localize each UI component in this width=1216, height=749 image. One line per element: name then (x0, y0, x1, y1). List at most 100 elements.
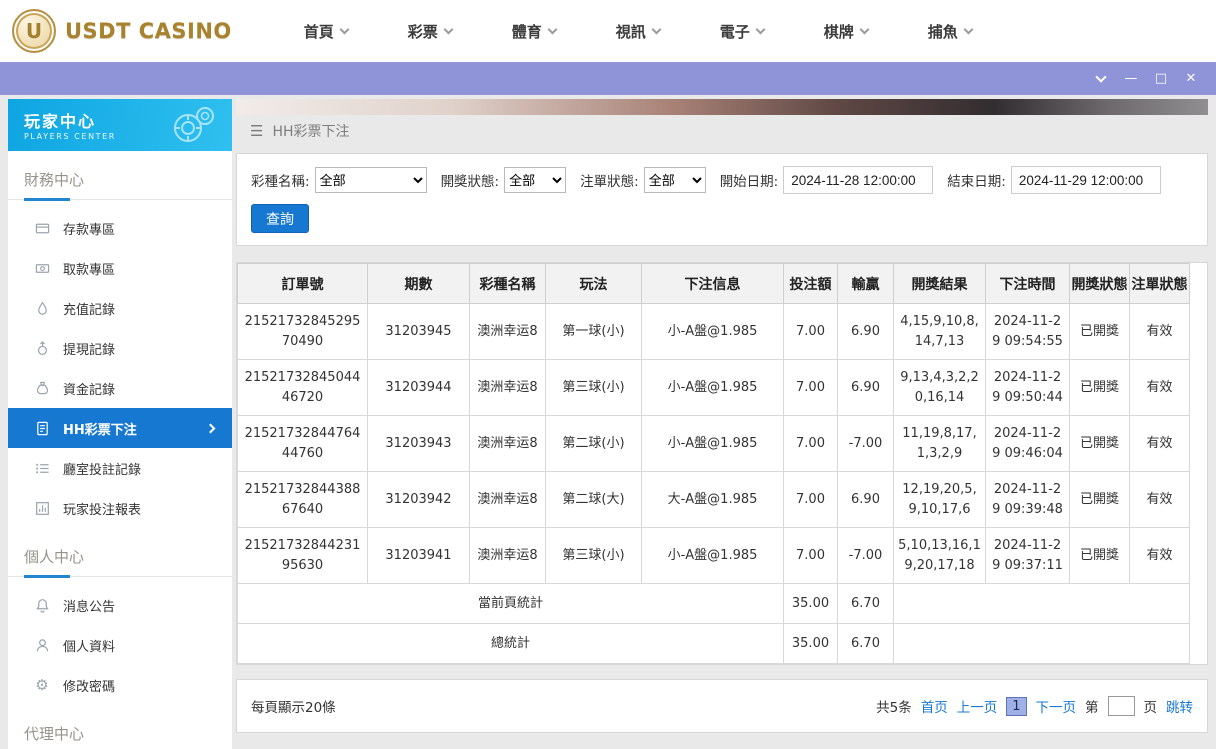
casino-logo[interactable]: U USDT CASINO (12, 9, 232, 53)
sidebar-item-change-password[interactable]: ⚙ 修改密碼 (8, 665, 232, 705)
nav-item-label: 視訊 (615, 22, 646, 41)
col-bet-amount: 投注額 (783, 263, 838, 304)
nav-item-label: 棋牌 (823, 22, 854, 41)
nav-item-fishing[interactable]: 捕魚 (898, 21, 1002, 42)
section-underline (24, 198, 70, 201)
lottery-name-label: 彩種名稱: (251, 174, 310, 190)
table-row: 2152173284438867640 31203942 澳洲幸运8 第二球(大… (237, 471, 1190, 528)
nav-item-lottery[interactable]: 彩票 (378, 21, 482, 42)
col-order-status: 注單狀態 (1129, 263, 1190, 304)
cell-order-status: 有效 (1129, 415, 1190, 472)
cell-issue: 31203945 (367, 303, 470, 360)
order-status-select[interactable]: 全部 (643, 167, 706, 193)
nav-item-board-games[interactable]: 棋牌 (794, 21, 898, 42)
cell-play-type: 第三球(小) (545, 359, 642, 416)
page-summary-empty (893, 583, 1190, 624)
cell-lottery-name: 澳洲幸运8 (469, 415, 546, 472)
finance-menu: 存款專區 取款專區 充值記錄 提現記錄 資金記錄 HH彩票下注 廳室投註記錄 玩… (8, 208, 232, 528)
sidebar-item-recharge-record[interactable]: 充值記錄 (8, 288, 232, 328)
sidebar-item-cashout-record[interactable]: 提現記錄 (8, 328, 232, 368)
players-center-header: 玩家中心 PLAYERS CENTER (8, 99, 232, 151)
draw-status-label: 開獎狀態: (440, 174, 500, 190)
close-icon: ✕ (1185, 71, 1197, 86)
current-page-indicator[interactable]: 1 (1006, 696, 1027, 716)
hall-bet-record-icon (34, 461, 50, 476)
nav-item-live-video[interactable]: 視訊 (586, 21, 690, 42)
sidebar-item-lottery-bets[interactable]: HH彩票下注 (8, 408, 232, 448)
window-menu-button[interactable] (1086, 62, 1116, 95)
cell-bet-time: 2024-11-29 09:37:11 (985, 527, 1070, 584)
cell-issue: 31203942 (367, 471, 470, 528)
prev-page-link[interactable]: 上一页 (957, 696, 998, 716)
lottery-name-select[interactable]: 全部 (314, 167, 427, 193)
cell-draw-result: 12,19,20,5,9,10,17,6 (893, 471, 986, 528)
draw-status-select[interactable]: 全部 (504, 167, 567, 193)
section-label: 財務中心 (24, 171, 85, 189)
maximize-button[interactable]: □ (1146, 62, 1176, 95)
start-date-label: 開始日期: (719, 174, 779, 190)
chevron-right-icon (205, 423, 216, 433)
cell-play-type: 第二球(小) (545, 415, 642, 472)
sidebar-item-label: 玩家投注報表 (63, 502, 142, 518)
page-summary-label: 當前頁統計 (237, 583, 784, 624)
sidebar-item-funds-record[interactable]: 資金記錄 (8, 368, 232, 408)
section-label: 代理中心 (24, 725, 85, 743)
end-date-input[interactable] (1010, 166, 1161, 194)
sidebar-item-bet-report[interactable]: 玩家投注報表 (8, 488, 232, 528)
total-count-text: 共5条 (876, 700, 912, 716)
nav-item-home[interactable]: 首頁 (274, 21, 378, 42)
cell-issue: 31203944 (367, 359, 470, 416)
minimize-button[interactable]: — (1116, 62, 1146, 95)
sidebar-item-label: 取款專區 (63, 262, 116, 278)
cell-bet-info: 小-A盤@1.985 (641, 359, 784, 416)
sidebar-item-withdraw[interactable]: 取款專區 (8, 248, 232, 288)
next-page-link[interactable]: 下一页 (1036, 696, 1077, 716)
cell-draw-status: 已開獎 (1069, 359, 1130, 416)
page-jump-input[interactable] (1107, 696, 1135, 716)
cell-issue: 31203941 (367, 527, 470, 584)
sidebar-item-label: 個人資料 (63, 639, 116, 655)
cell-draw-status: 已開獎 (1069, 415, 1130, 472)
sidebar-item-label: 修改密碼 (63, 679, 116, 695)
cell-win-loss: -7.00 (837, 415, 894, 472)
start-date-input[interactable] (783, 166, 934, 194)
close-button[interactable]: ✕ (1176, 62, 1206, 95)
cell-bet-amount: 7.00 (783, 527, 838, 584)
logo-mark: U (25, 19, 43, 43)
logo-text: USDT CASINO (65, 19, 232, 43)
first-page-link[interactable]: 首页 (921, 696, 948, 716)
lottery-bets-icon (34, 421, 50, 436)
cell-order-no: 2152173284529570490 (237, 303, 368, 360)
cell-bet-amount: 7.00 (783, 415, 838, 472)
query-button[interactable]: 查詢 (251, 204, 309, 233)
jump-link[interactable]: 跳转 (1166, 696, 1193, 716)
jump-prefix-text: 第 (1085, 700, 1099, 716)
chevron-down-icon (339, 24, 350, 34)
page-title: HH彩票下注 (272, 124, 350, 140)
sidebar-item-profile[interactable]: 個人資料 (8, 625, 232, 665)
section-finance-center: 財務中心 (8, 161, 232, 201)
breadcrumb: ☰ HH彩票下注 (236, 115, 1208, 147)
page-summary-bet-total: 35.00 (783, 583, 838, 624)
col-bet-time: 下注時間 (985, 263, 1070, 304)
sidebar-item-announcements[interactable]: 消息公告 (8, 585, 232, 625)
page-summary-row: 當前頁統計 35.00 6.70 (237, 583, 1190, 624)
nav-item-slots[interactable]: 電子 (690, 21, 794, 42)
jump-suffix-text: 页 (1143, 700, 1158, 716)
withdraw-cash-icon (34, 261, 50, 276)
cell-order-status: 有效 (1129, 303, 1190, 360)
page-summary-win-loss: 6.70 (837, 583, 894, 624)
grand-summary-row: 總統計 35.00 6.70 (237, 623, 1190, 664)
cell-bet-info: 小-A盤@1.985 (641, 303, 784, 360)
section-agent-center: 代理中心 (8, 715, 232, 749)
sidebar-item-hall-bet-record[interactable]: 廳室投註記錄 (8, 448, 232, 488)
casino-logo-icon: U (12, 9, 56, 53)
cell-order-status: 有效 (1129, 359, 1190, 416)
hamburger-icon[interactable]: ☰ (250, 122, 263, 140)
recharge-record-icon (34, 301, 50, 316)
cell-bet-info: 小-A盤@1.985 (641, 527, 784, 584)
nav-item-sports[interactable]: 體育 (482, 21, 586, 42)
filter-row: 彩種名稱: 全部 開獎狀態: 全部 注單狀態: 全部 開始日期: 結束日期: (251, 166, 1193, 194)
sidebar-item-deposit[interactable]: 存款專區 (8, 208, 232, 248)
deposit-card-icon (34, 221, 50, 236)
